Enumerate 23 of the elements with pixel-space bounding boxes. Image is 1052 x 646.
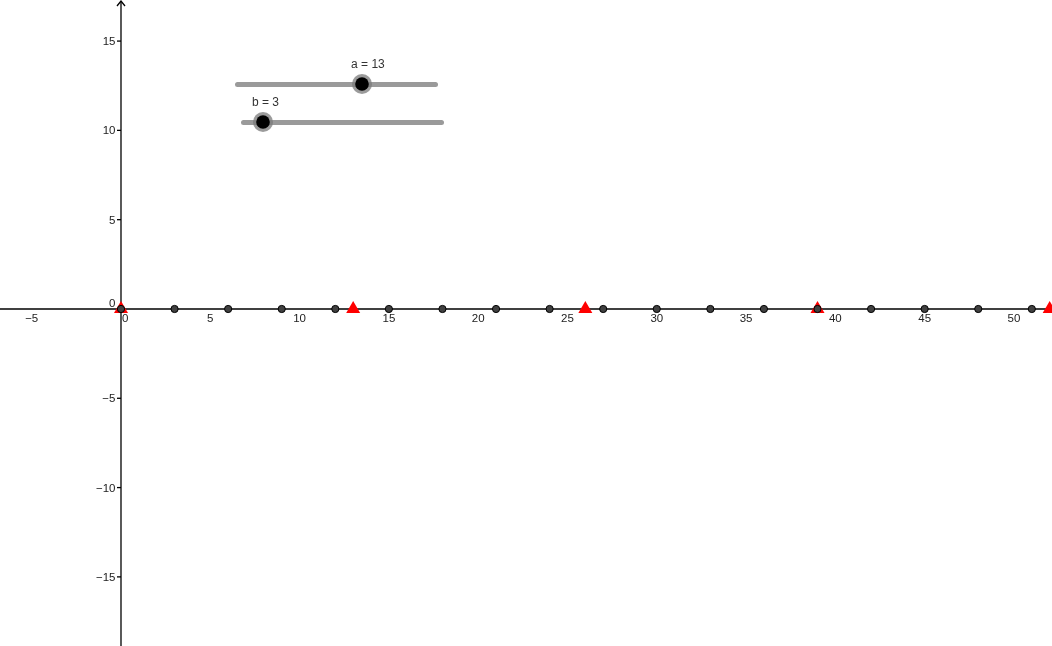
slider-thumb[interactable]: [252, 112, 273, 132]
tick-label: 30: [650, 312, 664, 325]
tick-label: 15: [102, 35, 116, 48]
tick-label: 35: [739, 312, 753, 325]
tick-label: 10: [293, 312, 306, 325]
tick-label: 0: [109, 297, 116, 309]
slider-label: a = 13: [351, 57, 385, 71]
tick-label: 0: [122, 312, 129, 325]
tick-label: 25: [561, 312, 574, 325]
tick-label: 20: [471, 312, 485, 325]
tick-label: 50: [1007, 312, 1021, 325]
tick-label: −15: [96, 570, 116, 583]
tick-label: 5: [109, 213, 116, 226]
slider-thumb[interactable]: [352, 74, 373, 94]
tick-label: 5: [207, 312, 214, 325]
tick-label: 45: [918, 312, 932, 325]
tick-label: 10: [102, 124, 116, 137]
tick-label: 15: [382, 312, 396, 325]
slider-label: b = 3: [251, 95, 279, 109]
tick-label: −10: [96, 481, 116, 494]
tick-label: −5: [102, 392, 116, 405]
tick-label: 40: [828, 312, 842, 325]
tick-label: −5: [25, 312, 39, 325]
